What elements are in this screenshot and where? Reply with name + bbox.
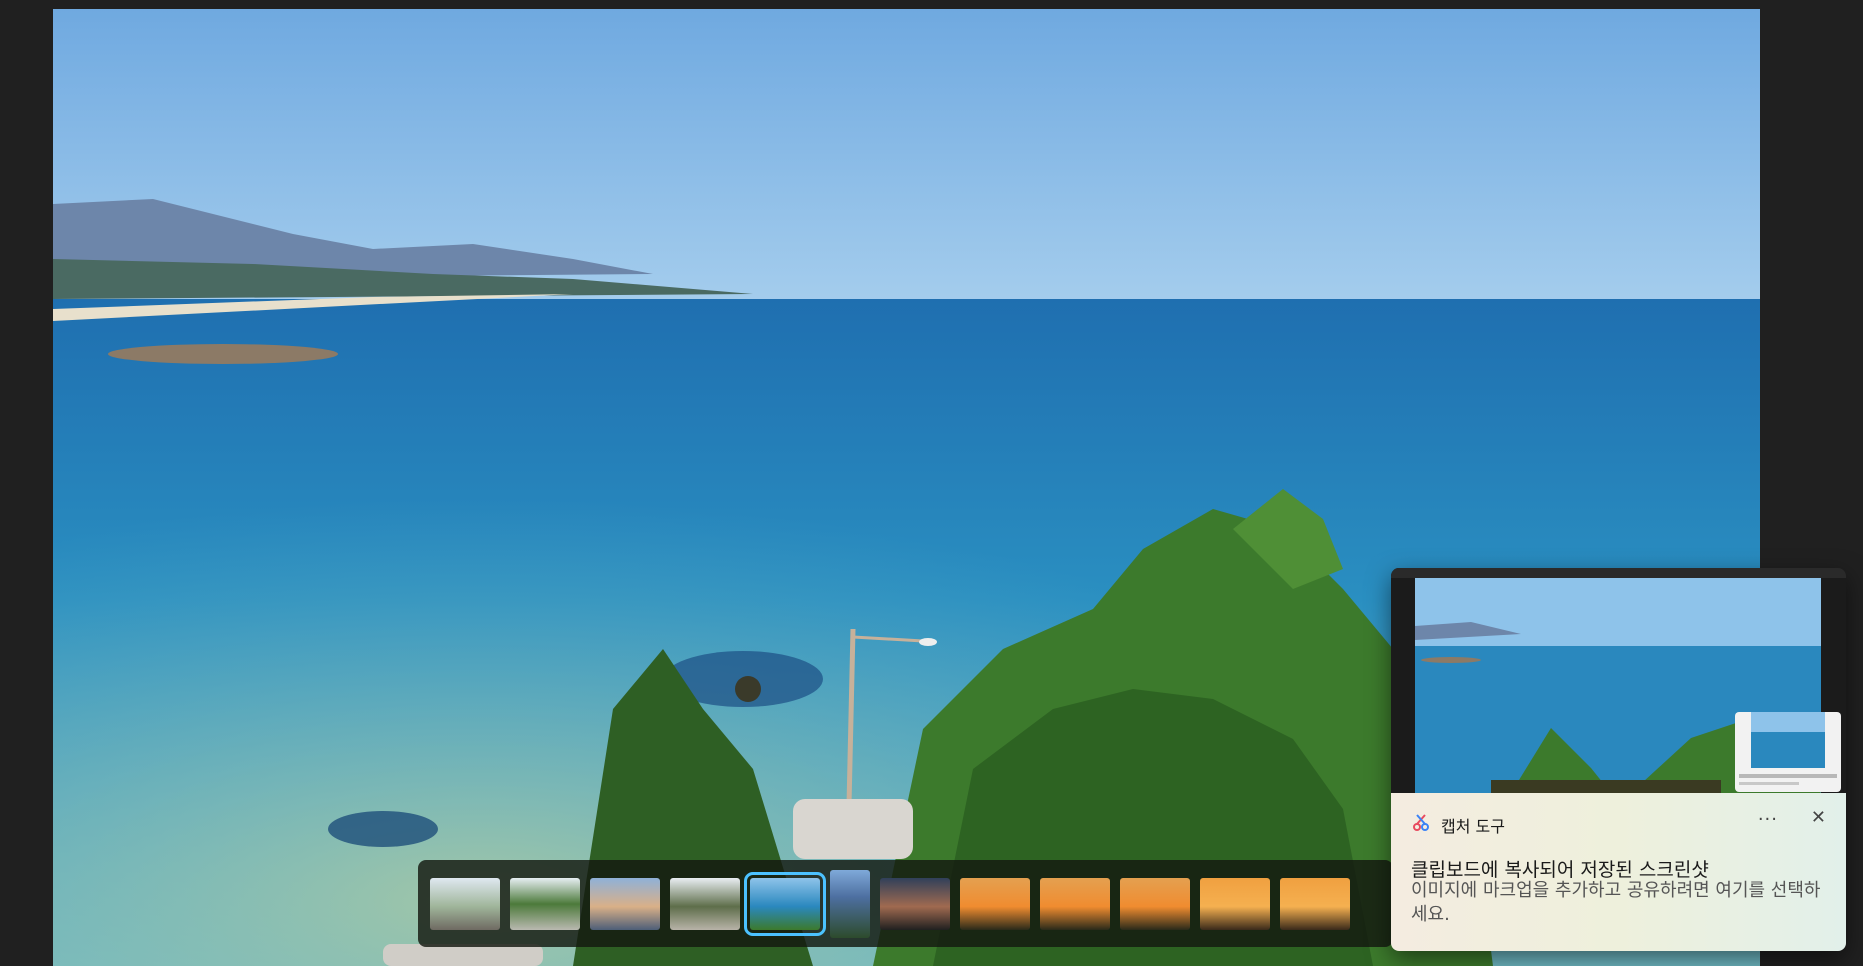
snip-notification[interactable]: 캡처 도구 ··· ✕ 클립보드에 복사되어 저장된 스크린샷 이미지에 마크업… bbox=[1391, 568, 1846, 951]
filmstrip-thumbnail[interactable] bbox=[880, 877, 950, 930]
filmstrip-thumbnail[interactable] bbox=[590, 877, 660, 930]
filmstrip-thumbnail[interactable] bbox=[1200, 877, 1270, 930]
notification-body[interactable]: 캡처 도구 ··· ✕ 클립보드에 복사되어 저장된 스크린샷 이미지에 마크업… bbox=[1391, 793, 1846, 951]
more-options-button[interactable]: ··· bbox=[1758, 809, 1778, 830]
filmstrip-thumbnail[interactable] bbox=[1040, 877, 1110, 930]
filmstrip-thumbnail[interactable] bbox=[430, 877, 500, 930]
snipping-tool-icon bbox=[1411, 813, 1431, 837]
filmstrip-thumbnail[interactable] bbox=[960, 877, 1030, 930]
screenshot-mini-thumbnail bbox=[1735, 712, 1841, 792]
notification-title: 클립보드에 복사되어 저장된 스크린샷 bbox=[1411, 859, 1709, 881]
filmstrip bbox=[418, 860, 1393, 947]
filmstrip-thumbnail[interactable] bbox=[510, 877, 580, 930]
filmstrip-thumbnail[interactable] bbox=[1120, 877, 1190, 930]
filmstrip-thumbnail[interactable] bbox=[1280, 877, 1350, 930]
close-icon[interactable]: ✕ bbox=[1811, 807, 1826, 828]
screenshot-preview[interactable] bbox=[1391, 568, 1846, 793]
app-name-label: 캡처 도구 bbox=[1441, 817, 1505, 836]
mini-thumbnail-image bbox=[1739, 712, 1837, 785]
filmstrip-thumbnail[interactable] bbox=[670, 877, 740, 930]
filmstrip-thumbnail[interactable] bbox=[744, 871, 826, 936]
notification-app-header: 캡처 도구 bbox=[1411, 813, 1505, 837]
notification-message: 이미지에 마크업을 추가하고 공유하려면 여기를 선택하세요. bbox=[1411, 880, 1821, 925]
filmstrip-thumbnail[interactable] bbox=[830, 869, 870, 938]
